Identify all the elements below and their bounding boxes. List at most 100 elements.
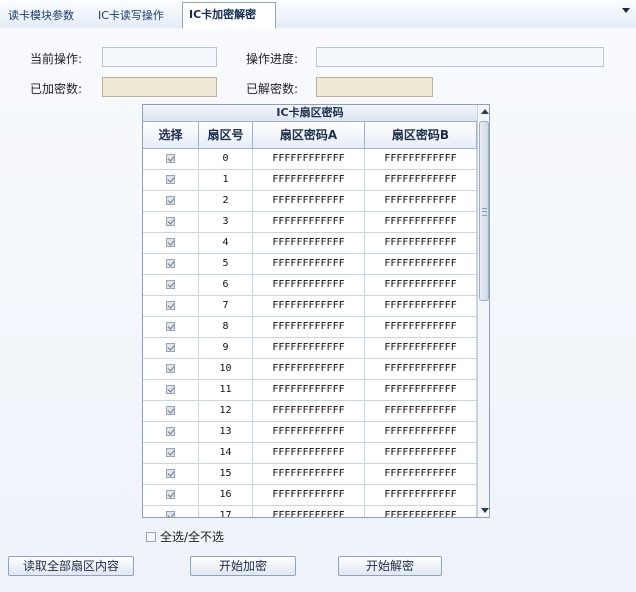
key-a-cell[interactable]: FFFFFFFFFFFF	[253, 401, 365, 421]
key-a-cell[interactable]: FFFFFFFFFFFF	[253, 317, 365, 337]
key-a-cell[interactable]: FFFFFFFFFFFF	[253, 233, 365, 253]
key-b-cell[interactable]: FFFFFFFFFFFF	[365, 170, 477, 190]
table-row[interactable]: 9 FFFFFFFFFFFF FFFFFFFFFFFF	[143, 338, 477, 359]
key-a-cell[interactable]: FFFFFFFFFFFF	[253, 254, 365, 274]
row-select-cell[interactable]	[143, 149, 199, 169]
key-a-cell[interactable]: FFFFFFFFFFFF	[253, 359, 365, 379]
row-checkbox[interactable]	[166, 427, 175, 436]
table-row[interactable]: 16 FFFFFFFFFFFF FFFFFFFFFFFF	[143, 485, 477, 506]
table-row[interactable]: 4 FFFFFFFFFFFF FFFFFFFFFFFF	[143, 233, 477, 254]
key-b-cell[interactable]: FFFFFFFFFFFF	[365, 317, 477, 337]
key-b-cell[interactable]: FFFFFFFFFFFF	[365, 443, 477, 463]
row-select-cell[interactable]	[143, 338, 199, 358]
row-select-cell[interactable]	[143, 254, 199, 274]
table-row[interactable]: 11 FFFFFFFFFFFF FFFFFFFFFFFF	[143, 380, 477, 401]
scroll-up-arrow-icon[interactable]	[481, 109, 489, 114]
chevron-down-icon[interactable]	[622, 8, 630, 13]
key-a-cell[interactable]: FFFFFFFFFFFF	[253, 296, 365, 316]
start-decrypt-button[interactable]: 开始解密	[338, 556, 442, 576]
key-b-cell[interactable]: FFFFFFFFFFFF	[365, 149, 477, 169]
column-header-key-b[interactable]: 扇区密码B	[365, 122, 477, 148]
scroll-thumb[interactable]	[479, 121, 489, 301]
column-header-key-a[interactable]: 扇区密码A	[253, 122, 365, 148]
start-encrypt-button[interactable]: 开始加密	[190, 556, 296, 576]
tab-card-encrypt-decrypt[interactable]: IC卡加密解密	[182, 2, 276, 29]
row-checkbox[interactable]	[166, 490, 175, 499]
row-select-cell[interactable]	[143, 317, 199, 337]
row-checkbox[interactable]	[166, 469, 175, 478]
table-row[interactable]: 0 FFFFFFFFFFFF FFFFFFFFFFFF	[143, 149, 477, 170]
table-row[interactable]: 8 FFFFFFFFFFFF FFFFFFFFFFFF	[143, 317, 477, 338]
key-a-cell[interactable]: FFFFFFFFFFFF	[253, 275, 365, 295]
grid-scrollbar[interactable]	[477, 105, 489, 517]
table-row[interactable]: 5 FFFFFFFFFFFF FFFFFFFFFFFF	[143, 254, 477, 275]
key-a-cell[interactable]: FFFFFFFFFFFF	[253, 212, 365, 232]
key-b-cell[interactable]: FFFFFFFFFFFF	[365, 485, 477, 505]
key-b-cell[interactable]: FFFFFFFFFFFF	[365, 401, 477, 421]
row-select-cell[interactable]	[143, 464, 199, 484]
select-all-checkbox[interactable]: 全选/全不选	[146, 530, 224, 544]
table-row[interactable]: 14 FFFFFFFFFFFF FFFFFFFFFFFF	[143, 443, 477, 464]
key-b-cell[interactable]: FFFFFFFFFFFF	[365, 212, 477, 232]
key-a-cell[interactable]: FFFFFFFFFFFF	[253, 443, 365, 463]
row-checkbox[interactable]	[166, 448, 175, 457]
key-a-cell[interactable]: FFFFFFFFFFFF	[253, 170, 365, 190]
table-row[interactable]: 7 FFFFFFFFFFFF FFFFFFFFFFFF	[143, 296, 477, 317]
key-b-cell[interactable]: FFFFFFFFFFFF	[365, 338, 477, 358]
key-b-cell[interactable]: FFFFFFFFFFFF	[365, 359, 477, 379]
row-checkbox[interactable]	[166, 301, 175, 310]
row-checkbox[interactable]	[166, 385, 175, 394]
key-a-cell[interactable]: FFFFFFFFFFFF	[253, 380, 365, 400]
row-select-cell[interactable]	[143, 191, 199, 211]
table-row[interactable]: 17 FFFFFFFFFFFF FFFFFFFFFFFF	[143, 506, 477, 517]
key-b-cell[interactable]: FFFFFFFFFFFF	[365, 422, 477, 442]
key-a-cell[interactable]: FFFFFFFFFFFF	[253, 149, 365, 169]
row-checkbox[interactable]	[166, 196, 175, 205]
row-select-cell[interactable]	[143, 275, 199, 295]
row-checkbox[interactable]	[166, 217, 175, 226]
row-checkbox[interactable]	[166, 175, 175, 184]
row-checkbox[interactable]	[166, 154, 175, 163]
tab-card-read-write[interactable]: IC卡读写操作	[92, 4, 170, 28]
row-select-cell[interactable]	[143, 212, 199, 232]
row-checkbox[interactable]	[166, 322, 175, 331]
key-a-cell[interactable]: FFFFFFFFFFFF	[253, 506, 365, 517]
row-select-cell[interactable]	[143, 170, 199, 190]
row-select-cell[interactable]	[143, 485, 199, 505]
table-row[interactable]: 2 FFFFFFFFFFFF FFFFFFFFFFFF	[143, 191, 477, 212]
key-a-cell[interactable]: FFFFFFFFFFFF	[253, 485, 365, 505]
table-row[interactable]: 13 FFFFFFFFFFFF FFFFFFFFFFFF	[143, 422, 477, 443]
column-header-sector[interactable]: 扇区号	[199, 122, 253, 148]
table-row[interactable]: 12 FFFFFFFFFFFF FFFFFFFFFFFF	[143, 401, 477, 422]
key-b-cell[interactable]: FFFFFFFFFFFF	[365, 296, 477, 316]
key-a-cell[interactable]: FFFFFFFFFFFF	[253, 338, 365, 358]
row-checkbox[interactable]	[166, 511, 175, 517]
row-select-cell[interactable]	[143, 506, 199, 517]
key-b-cell[interactable]: FFFFFFFFFFFF	[365, 191, 477, 211]
key-b-cell[interactable]: FFFFFFFFFFFF	[365, 254, 477, 274]
table-row[interactable]: 10 FFFFFFFFFFFF FFFFFFFFFFFF	[143, 359, 477, 380]
row-checkbox[interactable]	[166, 238, 175, 247]
key-a-cell[interactable]: FFFFFFFFFFFF	[253, 191, 365, 211]
key-b-cell[interactable]: FFFFFFFFFFFF	[365, 275, 477, 295]
row-checkbox[interactable]	[166, 259, 175, 268]
row-checkbox[interactable]	[166, 343, 175, 352]
row-select-cell[interactable]	[143, 422, 199, 442]
row-select-cell[interactable]	[143, 233, 199, 253]
scroll-down-arrow-icon[interactable]	[481, 508, 489, 513]
read-all-sectors-button[interactable]: 读取全部扇区内容	[8, 556, 134, 576]
row-select-cell[interactable]	[143, 401, 199, 421]
key-a-cell[interactable]: FFFFFFFFFFFF	[253, 422, 365, 442]
row-select-cell[interactable]	[143, 380, 199, 400]
row-select-cell[interactable]	[143, 296, 199, 316]
row-select-cell[interactable]	[143, 443, 199, 463]
table-row[interactable]: 1 FFFFFFFFFFFF FFFFFFFFFFFF	[143, 170, 477, 191]
key-b-cell[interactable]: FFFFFFFFFFFF	[365, 506, 477, 517]
row-checkbox[interactable]	[166, 364, 175, 373]
table-row[interactable]: 3 FFFFFFFFFFFF FFFFFFFFFFFF	[143, 212, 477, 233]
tab-reader-params[interactable]: 读卡模块参数	[2, 4, 80, 28]
row-checkbox[interactable]	[166, 406, 175, 415]
key-b-cell[interactable]: FFFFFFFFFFFF	[365, 233, 477, 253]
table-row[interactable]: 6 FFFFFFFFFFFF FFFFFFFFFFFF	[143, 275, 477, 296]
column-header-select[interactable]: 选择	[143, 122, 199, 148]
